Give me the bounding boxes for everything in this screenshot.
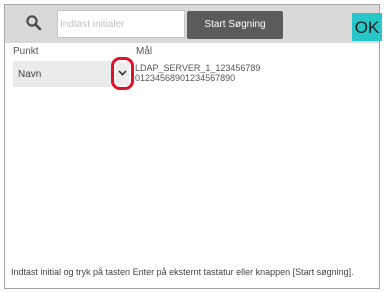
column-label-punkt: Punkt (13, 46, 39, 57)
search-dialog: Start Søgning OK Punkt Mål Navn LDAP_SER… (4, 4, 382, 289)
ok-button[interactable]: OK (352, 13, 382, 41)
dropdown-selected-value: Navn (18, 69, 42, 80)
column-label-maal: Mål (136, 46, 153, 57)
search-icon[interactable] (25, 14, 43, 32)
hint-text: Indtast initial og tryk på tasten Enter … (11, 267, 354, 277)
target-line-2: 01234568901234567890 (135, 73, 236, 83)
search-input[interactable] (57, 10, 185, 38)
target-value: LDAP_SERVER_1_123456789 0123456890123456… (135, 63, 260, 83)
target-line-1: LDAP_SERVER_1_123456789 (135, 63, 261, 73)
toolbar: Start Søgning (5, 5, 379, 43)
dropdown-arrow-button[interactable] (111, 57, 134, 90)
start-search-button[interactable]: Start Søgning (187, 11, 283, 39)
chevron-down-icon (118, 70, 127, 76)
